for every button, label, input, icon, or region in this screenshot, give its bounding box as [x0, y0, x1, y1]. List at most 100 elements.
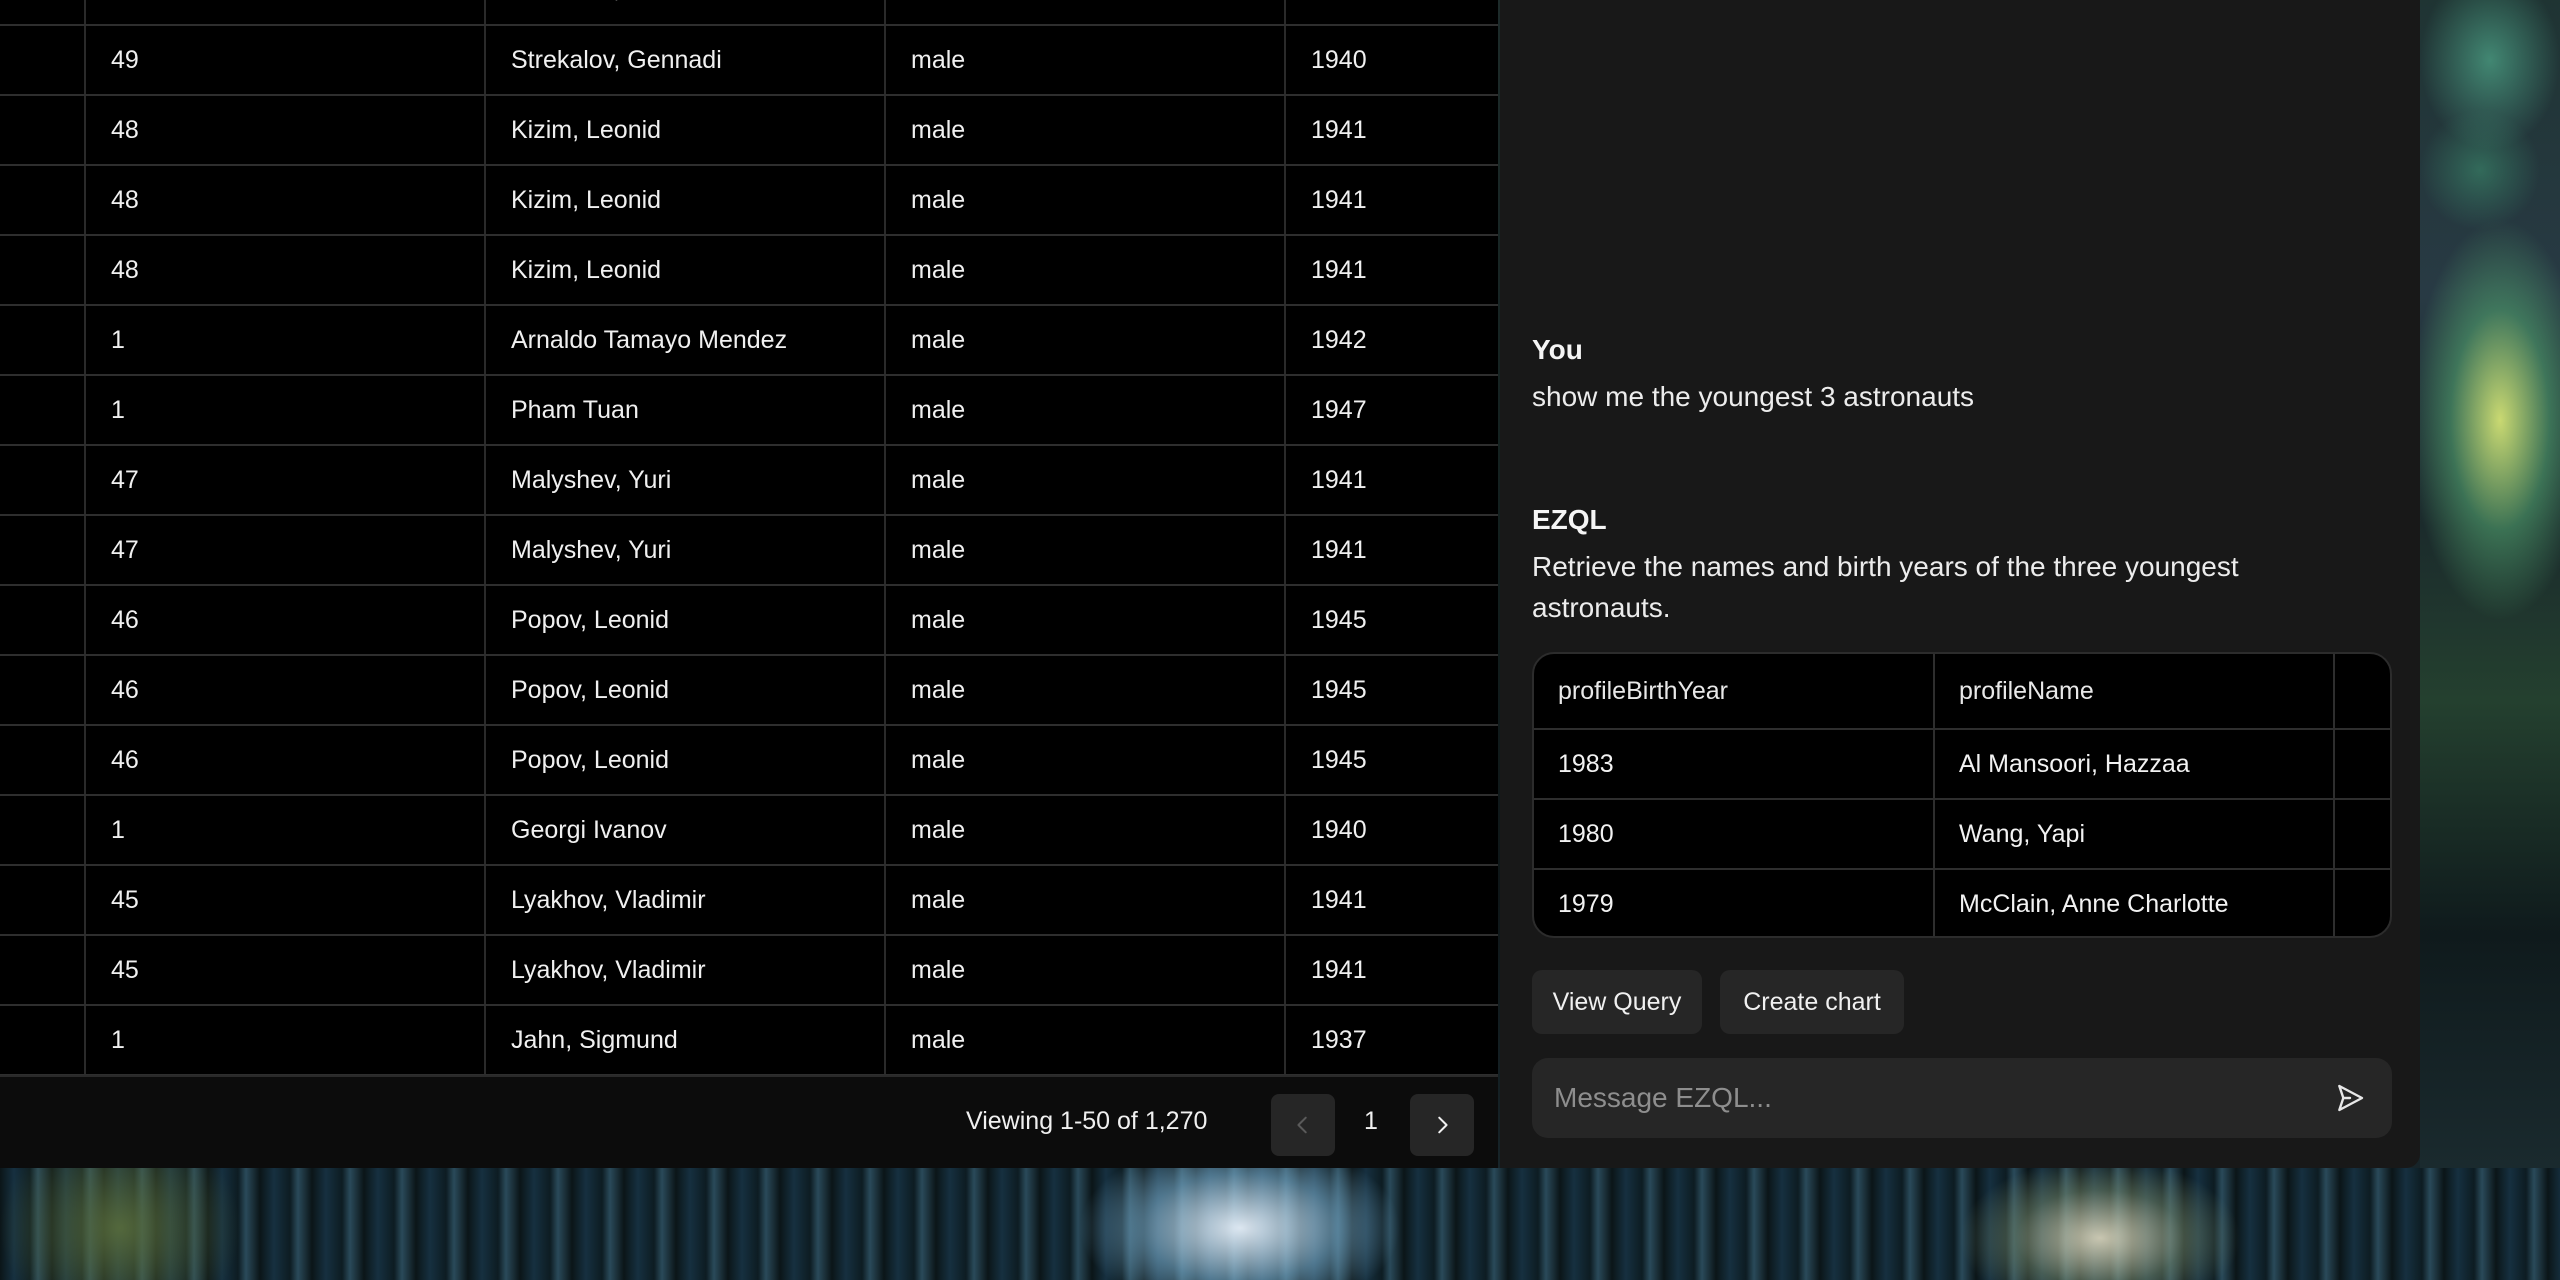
message-text-user: show me the youngest 3 astronauts	[1532, 381, 1975, 412]
table-cell: Arnaldo Tamayo Mendez	[485, 305, 886, 376]
table-cell: 48	[85, 165, 486, 236]
table-row[interactable]: 46 Popov, Leonid male 1945	[0, 725, 1498, 796]
table-cell: Lyakhov, Vladimir	[485, 865, 886, 936]
table-row[interactable]: 48 Kizim, Leonid male 1941	[0, 165, 1498, 236]
table-cell	[0, 235, 86, 306]
create-chart-button[interactable]: Create chart	[1720, 970, 1904, 1034]
table-footer: Viewing 1-50 of 1,270 1	[0, 1075, 1498, 1168]
table-cell	[0, 25, 86, 96]
table-row[interactable]: 48 Kizim, Leonid male 1941	[0, 95, 1498, 166]
table-cell	[0, 935, 86, 1006]
table-row[interactable]: 47 Malyshev, Yuri male 1941	[0, 445, 1498, 516]
result-column-header[interactable]	[2334, 654, 2390, 730]
table-cell: male	[885, 165, 1286, 236]
table-row[interactable]: 46 Popov, Leonid male 1945	[0, 655, 1498, 726]
result-cell: 1979	[1534, 869, 1935, 936]
table-cell: Popov, Leonid	[485, 655, 886, 726]
table-cell: 46	[85, 725, 486, 796]
table-cell: 1941	[1285, 865, 1498, 936]
table-row[interactable]: 1 Arnaldo Tamayo Mendez male 1942	[0, 305, 1498, 376]
table-row[interactable]: 1 Jahn, Sigmund male 1937	[0, 1005, 1498, 1075]
data-table-panel: 49Strekalov, Gennadimale194049Strekalov,…	[0, 0, 1498, 1168]
table-row[interactable]: 47 Malyshev, Yuri male 1941	[0, 515, 1498, 586]
table-row[interactable]: 45 Lyakhov, Vladimir male 1941	[0, 865, 1498, 936]
result-table-header-row: profileBirthYear profileName	[1534, 654, 2390, 730]
message-author-user: You	[1532, 334, 1583, 365]
result-cell	[2334, 869, 2390, 936]
result-cell: McClain, Anne Charlotte	[1934, 869, 2335, 936]
current-page-number: 1	[1364, 1107, 1378, 1135]
table-cell: male	[885, 725, 1286, 796]
table-cell: male	[885, 375, 1286, 446]
message-input[interactable]	[1554, 1058, 2294, 1138]
next-page-button[interactable]	[1410, 1094, 1474, 1156]
result-table-row: 1983 Al Mansoori, Hazzaa	[1534, 729, 2390, 800]
table-cell: male	[885, 585, 1286, 656]
table-cell: Kizim, Leonid	[485, 95, 886, 166]
table-cell: 1941	[1285, 165, 1498, 236]
message-composer	[1532, 1058, 2392, 1138]
result-cell: Al Mansoori, Hazzaa	[1934, 729, 2335, 800]
table-cell: 1937	[1285, 1005, 1498, 1075]
table-cell: male	[885, 865, 1286, 936]
table-cell: Lyakhov, Vladimir	[485, 935, 886, 1006]
table-cell: 48	[85, 235, 486, 306]
data-table-body: 49Strekalov, Gennadimale194049Strekalov,…	[0, 0, 1498, 1075]
previous-page-button[interactable]	[1271, 1094, 1335, 1156]
table-cell: 45	[85, 865, 486, 936]
table-row[interactable]: 45 Lyakhov, Vladimir male 1941	[0, 935, 1498, 1006]
result-table-row: 1980 Wang, Yapi	[1534, 799, 2390, 870]
table-cell: 1945	[1285, 655, 1498, 726]
table-cell: male	[885, 935, 1286, 1006]
table-cell: 1945	[1285, 585, 1498, 656]
table-cell: Malyshev, Yuri	[485, 445, 886, 516]
result-cell	[2334, 729, 2390, 800]
table-cell: male	[885, 0, 1286, 26]
table-cell: 1945	[1285, 725, 1498, 796]
table-cell	[0, 305, 86, 376]
table-cell	[0, 95, 86, 166]
message-author-assistant: EZQL	[1532, 504, 1607, 535]
background-image-bottom	[0, 1168, 2560, 1280]
table-row[interactable]: 49Strekalov, Gennadimale1940	[0, 0, 1498, 26]
table-row[interactable]: 1 Georgi Ivanov male 1940	[0, 795, 1498, 866]
table-cell: 48	[85, 95, 486, 166]
table-cell: 1941	[1285, 515, 1498, 586]
query-result-table-container[interactable]: profileBirthYear profileName 1983 Al Man…	[1532, 652, 2392, 938]
result-cell: Wang, Yapi	[1934, 799, 2335, 870]
table-cell	[0, 515, 86, 586]
table-row[interactable]: 49Strekalov, Gennadimale1940	[0, 25, 1498, 96]
send-button[interactable]	[2330, 1078, 2370, 1118]
table-row[interactable]: 46 Popov, Leonid male 1945	[0, 585, 1498, 656]
table-row[interactable]: 48 Kizim, Leonid male 1941	[0, 235, 1498, 306]
result-column-header[interactable]: profileName	[1934, 654, 2335, 730]
view-query-button[interactable]: View Query	[1532, 970, 1702, 1034]
data-table-scroll-area[interactable]: 49Strekalov, Gennadimale194049Strekalov,…	[0, 0, 1498, 1075]
table-cell: male	[885, 795, 1286, 866]
table-row[interactable]: 1 Pham Tuan male 1947	[0, 375, 1498, 446]
pagination-summary: Viewing 1-50 of 1,270	[966, 1107, 1208, 1135]
table-cell	[0, 445, 86, 516]
chevron-right-icon	[1438, 1116, 1448, 1134]
result-column-header[interactable]: profileBirthYear	[1534, 654, 1935, 730]
table-cell	[0, 0, 86, 26]
table-cell: 46	[85, 585, 486, 656]
chevron-left-icon	[1297, 1116, 1307, 1134]
table-cell: 1941	[1285, 95, 1498, 166]
table-cell	[0, 1005, 86, 1075]
result-cell: 1980	[1534, 799, 1935, 870]
table-cell: Strekalov, Gennadi	[485, 0, 886, 26]
table-cell: 47	[85, 445, 486, 516]
table-cell: male	[885, 515, 1286, 586]
table-cell: Georgi Ivanov	[485, 795, 886, 866]
table-cell: male	[885, 25, 1286, 96]
table-cell: 1941	[1285, 445, 1498, 516]
table-cell: Malyshev, Yuri	[485, 515, 886, 586]
table-cell: 1941	[1285, 235, 1498, 306]
table-cell: 46	[85, 655, 486, 726]
table-cell: Popov, Leonid	[485, 585, 886, 656]
table-cell: male	[885, 95, 1286, 166]
table-cell: 49	[85, 0, 486, 26]
data-table: 49Strekalov, Gennadimale194049Strekalov,…	[0, 0, 1498, 1075]
table-cell	[0, 795, 86, 866]
